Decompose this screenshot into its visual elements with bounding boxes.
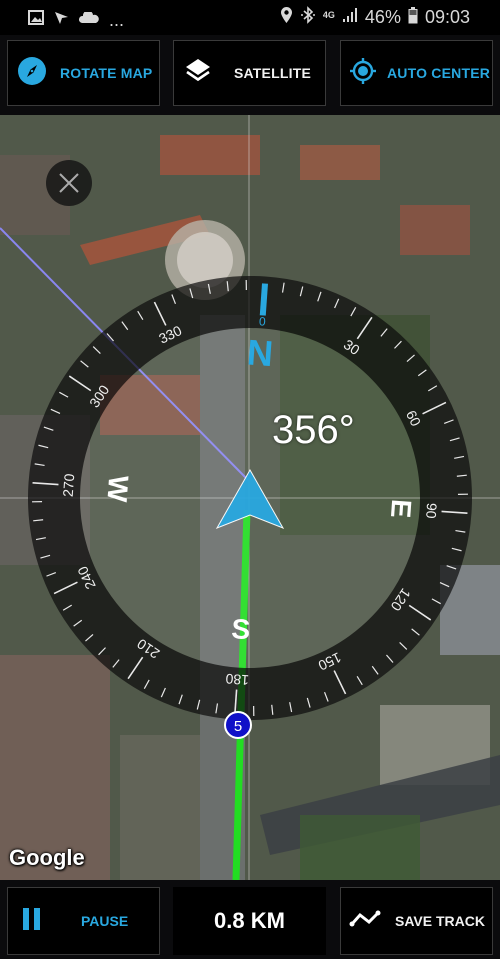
4g-icon: 4G bbox=[322, 9, 335, 20]
google-attribution: Google bbox=[9, 845, 85, 870]
battery-percent: 46% bbox=[364, 7, 401, 27]
degree-label: 180 bbox=[225, 671, 250, 689]
layers-icon bbox=[185, 58, 211, 89]
crosshair-icon bbox=[349, 57, 377, 90]
compass-icon bbox=[18, 56, 46, 90]
battery-icon bbox=[408, 6, 418, 29]
more-notifications-icon: ... bbox=[109, 10, 125, 30]
pause-button[interactable]: PAUSE bbox=[7, 887, 160, 955]
satellite-button[interactable]: SATELLITE bbox=[173, 40, 326, 106]
bottom-toolbar: PAUSE 0.8 KM SAVE TRACK bbox=[0, 880, 500, 959]
cardinal-s: S bbox=[230, 613, 251, 645]
signal-icon bbox=[342, 7, 358, 28]
pause-label: PAUSE bbox=[81, 913, 129, 929]
degree-label: 90 bbox=[423, 502, 440, 519]
cardinal-n: N bbox=[246, 331, 275, 374]
top-toolbar: ROTATE MAP SATELLITE AUTO CENTER bbox=[0, 35, 500, 115]
cloud-icon bbox=[78, 9, 99, 29]
clock: 09:03 bbox=[424, 7, 470, 27]
distance-value: 0.8 KM bbox=[214, 908, 285, 933]
compass-ring: 0306090120150180210240270300330 N E S W … bbox=[28, 276, 472, 739]
heading-readout: 356° bbox=[272, 408, 355, 452]
location-pin-icon bbox=[280, 6, 293, 29]
waypoint-label: 5 bbox=[234, 718, 242, 735]
auto-center-button[interactable]: AUTO CENTER bbox=[340, 40, 493, 106]
distance-display: 0.8 KM bbox=[173, 887, 326, 955]
cardinal-e: E bbox=[385, 498, 417, 519]
gallery-icon bbox=[28, 9, 44, 30]
cardinal-w: W bbox=[101, 474, 134, 503]
degree-label: 0 bbox=[259, 314, 267, 328]
rotate-map-label: ROTATE MAP bbox=[60, 65, 153, 81]
satellite-label: SATELLITE bbox=[234, 65, 311, 81]
auto-center-label: AUTO CENTER bbox=[387, 65, 491, 81]
save-track-button[interactable]: SAVE TRACK bbox=[340, 887, 493, 955]
satellite-map[interactable]: 0 30 60 90 120 150 180 210 240 270 300 330 N E S W … bbox=[0, 115, 500, 880]
track-chart-icon bbox=[349, 909, 381, 934]
close-icon bbox=[59, 173, 79, 193]
status-bar: ... 4G 46% 09:03 bbox=[0, 0, 500, 35]
navigation-arrow-icon bbox=[54, 10, 69, 30]
degree-label: 270 bbox=[60, 473, 78, 498]
rotate-map-button[interactable]: ROTATE MAP bbox=[7, 40, 160, 106]
save-track-label: SAVE TRACK bbox=[395, 913, 485, 929]
bluetooth-icon bbox=[300, 6, 316, 29]
pause-icon bbox=[23, 907, 43, 935]
close-compass-button[interactable] bbox=[46, 160, 92, 206]
